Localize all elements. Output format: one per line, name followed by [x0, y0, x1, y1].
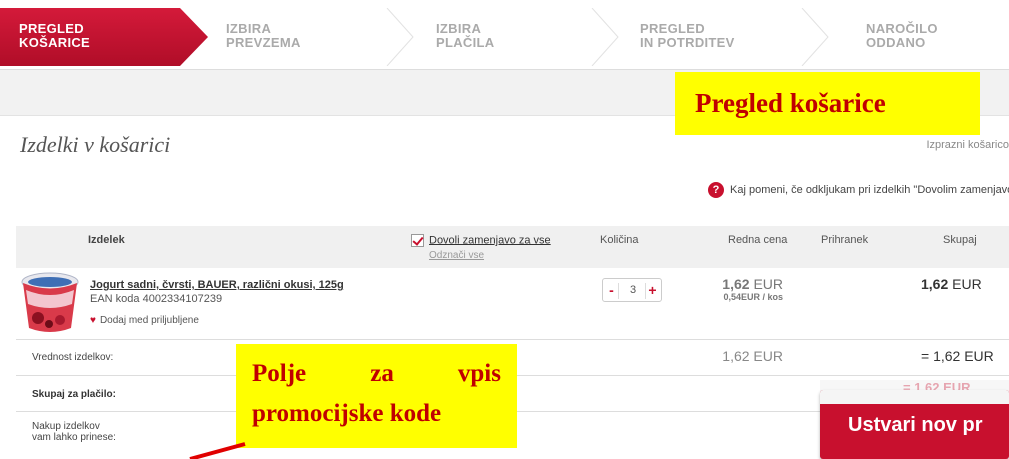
add-to-favorites[interactable]: ♥ Dodaj med priljubljene: [90, 315, 199, 326]
price-currency: EUR: [753, 276, 783, 292]
cart-table-header: Izdelek Dovoli zamenjavo za vse Odznači …: [16, 226, 1009, 268]
annotation-callout-top: Pregled košarice: [675, 72, 980, 135]
column-saving: Prihranek: [821, 234, 869, 246]
product-image[interactable]: [20, 270, 80, 336]
items-value-label: Vrednost izdelkov:: [32, 352, 114, 363]
column-regular-price: Redna cena: [728, 234, 788, 246]
add-favorite-label: Dodaj med priljubljene: [99, 315, 199, 326]
step-separator: [801, 8, 829, 66]
quantity-value[interactable]: 3: [623, 284, 643, 296]
replace-all-checkbox[interactable]: [411, 234, 424, 247]
product-name-link[interactable]: Jogurt sadni, čvrsti, BAUER, različni ok…: [90, 279, 344, 291]
decrease-button[interactable]: -: [605, 283, 619, 299]
step-label: IN POTRDITEV: [640, 35, 735, 50]
product-ean: EAN koda 4002334107239: [90, 293, 223, 305]
help-text: Kaj pomeni, če odkljukam pri izdelkih "D…: [730, 183, 1009, 196]
benefit-line: Nakup izdelkov: [32, 421, 100, 432]
checkout-steps: PREGLED KOŠARICE IZBIRA PREVZEMA IZBIRA …: [0, 0, 1009, 70]
section-title: Izdelki v košarici: [20, 132, 171, 157]
annotation-arrow: [189, 442, 246, 459]
step-confirm[interactable]: PREGLED IN POTRDITEV: [640, 22, 735, 50]
total-to-pay-label: Skupaj za plačilo:: [32, 389, 116, 400]
step-label: PREGLED: [640, 21, 705, 36]
purchase-benefit-label: Nakup izdelkov vam lahko prinese:: [32, 421, 116, 443]
annotation-callout-promo: Polje za vpis promocijske kode: [236, 344, 517, 448]
step-separator: [386, 8, 414, 66]
create-new-order-button[interactable]: Ustvari nov pr: [820, 390, 1009, 459]
regular-price: 1,62 EUR: [721, 276, 783, 292]
item-total: 1,62 EUR: [921, 276, 982, 292]
step-label: KOŠARICE: [19, 35, 91, 50]
replacement-help[interactable]: ? Kaj pomeni, če odkljukam pri izdelkih "…: [708, 182, 1009, 198]
step-label: IZBIRA: [226, 21, 272, 36]
quantity-stepper[interactable]: - 3 +: [602, 278, 662, 302]
column-quantity: Količina: [600, 234, 639, 246]
items-value-price: 1,62 EUR: [722, 348, 783, 364]
increase-button[interactable]: +: [645, 283, 659, 299]
cta-label: Ustvari nov pr: [848, 414, 983, 436]
allow-replace-all[interactable]: Dovoli zamenjavo za vse Odznači vse: [411, 234, 551, 261]
step-label: ODDANO: [866, 35, 926, 50]
heart-icon: ♥: [90, 315, 96, 326]
column-product: Izdelek: [88, 234, 125, 246]
allow-replace-all-link[interactable]: Dovoli zamenjavo za vse: [429, 234, 551, 246]
step-payment[interactable]: IZBIRA PLAČILA: [436, 22, 494, 50]
step-label: NAROČILO: [866, 21, 938, 36]
step-pickup[interactable]: IZBIRA PREVZEMA: [226, 22, 301, 50]
cart-item-row: Jogurt sadni, čvrsti, BAUER, različni ok…: [16, 268, 1009, 340]
benefit-line: vam lahko prinese:: [32, 432, 116, 443]
step-separator: [591, 8, 619, 66]
unit-price: 0,54EUR / kos: [723, 292, 783, 302]
step-cart-review[interactable]: PREGLED KOŠARICE: [19, 22, 90, 50]
items-value-total: = 1,62 EUR: [921, 348, 994, 364]
total-value: 1,62: [921, 276, 949, 292]
unmark-all-link[interactable]: Odznači vse: [429, 250, 551, 261]
step-label: IZBIRA: [436, 21, 482, 36]
step-label: PLAČILA: [436, 35, 495, 50]
step-label: PREGLED: [19, 21, 84, 36]
column-total: Skupaj: [943, 234, 977, 246]
question-icon: ?: [708, 182, 724, 198]
price-value: 1,62: [722, 276, 750, 292]
empty-cart-link[interactable]: Izprazni košarico: [926, 139, 1009, 151]
step-label: PREVZEMA: [226, 35, 301, 50]
total-currency: EUR: [952, 276, 982, 292]
step-order-placed[interactable]: NAROČILO ODDANO: [866, 22, 938, 50]
